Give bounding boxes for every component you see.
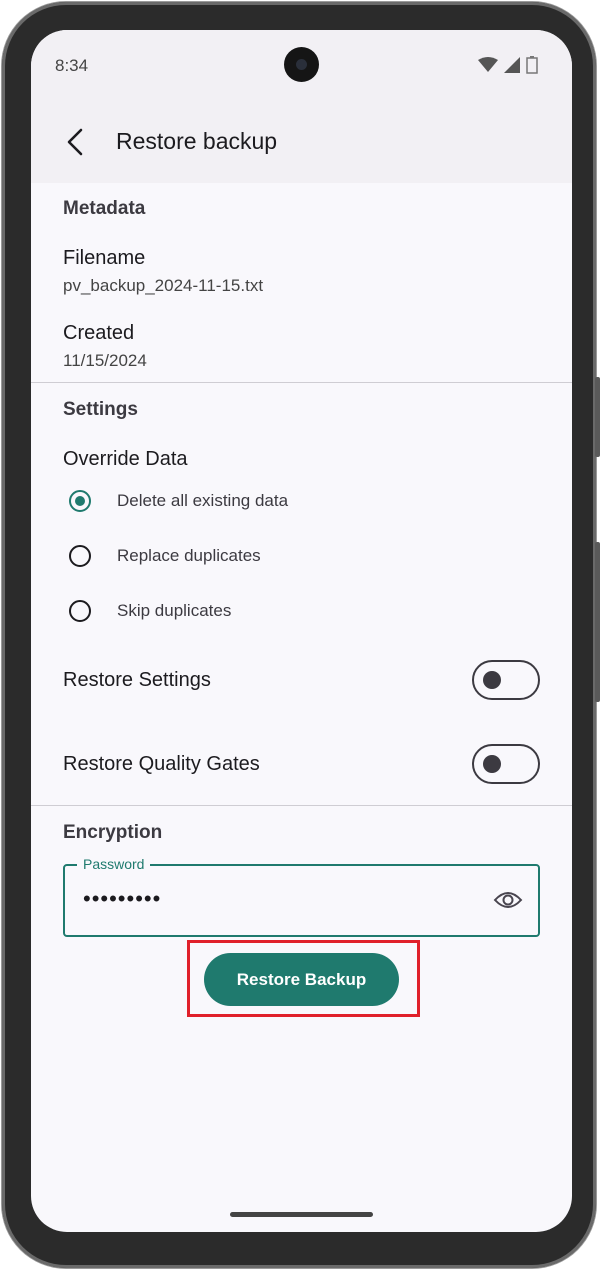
password-input[interactable]: •••••••••: [83, 886, 161, 912]
status-icons: [478, 56, 538, 74]
restore-settings-toggle[interactable]: [472, 660, 540, 700]
eye-icon: [493, 892, 523, 908]
divider: [31, 805, 572, 806]
page-title: Restore backup: [116, 128, 278, 154]
wifi-icon: [478, 57, 498, 72]
home-indicator[interactable]: [230, 1212, 373, 1217]
encryption-section-title: Encryption: [63, 822, 163, 843]
radio-button[interactable]: [69, 545, 91, 567]
radio-option-delete-all[interactable]: Delete all existing data: [69, 481, 539, 521]
radio-label: Delete all existing data: [117, 491, 289, 510]
power-button: [595, 542, 600, 702]
radio-label: Skip duplicates: [117, 601, 232, 620]
restore-backup-button[interactable]: Restore Backup: [204, 953, 399, 1006]
radio-option-skip-duplicates[interactable]: Skip duplicates: [69, 591, 539, 631]
screen: 8:34 Restore backup Metadata Filename pv…: [31, 30, 572, 1232]
created-label: Created: [63, 322, 135, 344]
override-data-label: Override Data: [63, 448, 188, 470]
settings-section-title: Settings: [63, 399, 138, 420]
filename-value: pv_backup_2024-11-15.txt: [63, 276, 264, 295]
metadata-section-title: Metadata: [63, 198, 146, 219]
back-arrow-icon: [67, 128, 83, 156]
show-password-button[interactable]: [492, 886, 524, 914]
filename-label: Filename: [63, 247, 146, 269]
divider: [31, 382, 572, 383]
restore-settings-label: Restore Settings: [63, 669, 211, 691]
restore-quality-gates-toggle[interactable]: [472, 744, 540, 784]
front-camera: [284, 47, 319, 82]
top-app-bar: 8:34 Restore backup: [31, 30, 572, 183]
radio-option-replace-duplicates[interactable]: Replace duplicates: [69, 536, 539, 576]
back-button[interactable]: [55, 122, 95, 162]
restore-quality-gates-label: Restore Quality Gates: [63, 753, 260, 775]
toggle-knob: [483, 671, 501, 689]
phone-frame: 8:34 Restore backup Metadata Filename pv…: [2, 2, 600, 1268]
volume-button: [595, 377, 600, 457]
created-value: 11/15/2024: [63, 351, 147, 370]
radio-button-selected[interactable]: [69, 490, 91, 512]
password-label: Password: [77, 856, 151, 872]
radio-button[interactable]: [69, 600, 91, 622]
radio-label: Replace duplicates: [117, 546, 261, 565]
battery-icon: [526, 56, 538, 74]
status-time: 8:34: [55, 56, 89, 75]
toggle-knob: [483, 755, 501, 773]
signal-icon: [504, 57, 520, 73]
